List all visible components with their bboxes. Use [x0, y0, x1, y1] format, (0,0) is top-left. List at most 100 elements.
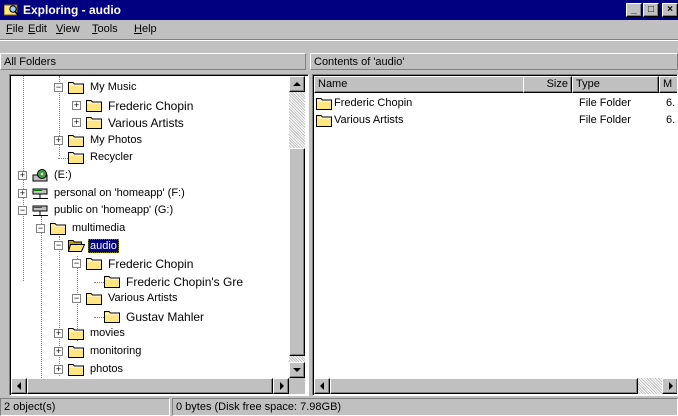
tree-item-label[interactable]: multimedia [70, 222, 127, 234]
minimize-button[interactable]: _ [626, 3, 642, 17]
menu-separator [0, 39, 678, 41]
tree-item-label[interactable]: Gustav Mahler [124, 310, 206, 324]
collapse-icon[interactable]: − [36, 223, 45, 233]
file-modified: 6. [666, 114, 676, 126]
network-drive-icon [32, 187, 49, 200]
tree-scroll-down-button[interactable] [289, 362, 305, 378]
tree-item-label[interactable]: My Photos [88, 134, 144, 146]
expand-icon[interactable]: + [72, 100, 81, 110]
tree-item-label[interactable]: monitoring [88, 345, 143, 357]
tree-item-label[interactable]: Frederic Chopin [106, 99, 195, 113]
tree-item-label[interactable]: Various Artists [106, 292, 180, 304]
explorer-icon [4, 4, 19, 16]
menu-bar: File Edit View Tools Help [0, 20, 678, 39]
expand-icon[interactable]: + [54, 135, 63, 145]
tree-item[interactable]: + (E:) [11, 167, 289, 185]
open-folder-icon [67, 239, 86, 253]
collapse-icon[interactable]: − [72, 294, 81, 304]
right-pane-header: Contents of 'audio' [310, 53, 678, 70]
tree-item[interactable]: − audio [11, 237, 289, 255]
file-name: Frederic Chopin [334, 97, 413, 109]
tree-item[interactable]: − multimedia [11, 220, 289, 238]
tree-item[interactable]: Recycler [11, 149, 289, 167]
title-bar[interactable]: Exploring - audio _ □ × [0, 0, 678, 20]
tree-item-label[interactable]: personal on 'homeapp' (F:) [52, 187, 187, 199]
tree-item-label[interactable]: public on 'homeapp' (G:) [52, 204, 175, 216]
menu-view[interactable]: View [56, 23, 80, 35]
tree-item-label[interactable]: (E:) [52, 169, 74, 181]
contents-scroll-left-button[interactable] [314, 378, 330, 394]
tree-item[interactable]: − Various Artists [11, 290, 289, 308]
menu-edit[interactable]: Edit [28, 23, 47, 35]
tree-scroll-thumb[interactable] [289, 148, 305, 356]
column-header-type[interactable]: Type [572, 76, 659, 93]
status-object-count: 2 object(s) [0, 398, 170, 416]
folder-icon [316, 97, 333, 113]
collapse-icon[interactable]: − [54, 83, 63, 92]
tree-item[interactable]: − public on 'homeapp' (G:) [11, 202, 289, 220]
menu-file[interactable]: File [6, 23, 24, 35]
tree-item[interactable]: + My Photos [11, 132, 289, 150]
close-button[interactable]: × [662, 3, 678, 17]
tree-item-label[interactable]: audio [88, 239, 119, 254]
tree-item[interactable]: + Frederic Chopin [11, 97, 289, 115]
folder-icon [68, 134, 85, 147]
maximize-button[interactable]: □ [643, 3, 659, 17]
folder-icon [68, 151, 85, 165]
contents-scroll-right-button[interactable] [662, 378, 677, 394]
tree-scroll-right-button[interactable] [273, 378, 289, 394]
expand-icon[interactable]: + [54, 329, 63, 339]
tree-item[interactable]: + movies [11, 325, 289, 343]
expand-icon[interactable]: + [54, 364, 63, 374]
contents-panel[interactable]: Name Size Type M Frederic Chopin File Fol… [312, 74, 678, 396]
list-item[interactable]: Frederic Chopin File Folder 6. [314, 95, 676, 113]
expand-icon[interactable]: + [72, 118, 81, 128]
tree-connector [58, 158, 68, 160]
tree-scroll-left-button[interactable] [11, 378, 27, 394]
network-drive-icon [32, 204, 49, 217]
tree-item[interactable]: + personal on 'homeapp' (F:) [11, 185, 289, 203]
collapse-icon[interactable]: − [18, 206, 27, 216]
file-modified: 6. [666, 97, 676, 109]
tree-item-label[interactable]: Recycler [88, 151, 135, 163]
window-title: Exploring - audio [23, 3, 121, 17]
tree-item[interactable]: − My Music [11, 79, 289, 97]
tree-item-label[interactable]: Frederic Chopin's Gre [124, 275, 245, 289]
menu-help[interactable]: Help [134, 23, 157, 35]
tree-item[interactable]: + Various Artists [11, 114, 289, 132]
tree-scroll-up-button[interactable] [289, 76, 305, 92]
column-header-size[interactable]: Size [523, 76, 572, 93]
left-pane-header: All Folders [0, 53, 306, 70]
collapse-icon[interactable]: − [72, 259, 81, 268]
expand-icon[interactable]: + [54, 347, 63, 356]
list-item[interactable]: Various Artists File Folder 6. [314, 112, 676, 129]
tree-item-label[interactable]: My Music [88, 81, 138, 93]
tree-item-label[interactable]: Various Artists [106, 116, 186, 130]
folder-icon [104, 310, 121, 323]
tree-connector [94, 281, 104, 283]
tree-item-label[interactable]: photos [88, 363, 125, 375]
tree-item[interactable]: + photos [11, 361, 289, 379]
cd-drive-icon [32, 169, 49, 182]
file-type: File Folder [579, 97, 631, 109]
tree-item[interactable]: Gustav Mahler [11, 308, 289, 326]
tree-item-label[interactable]: movies [88, 327, 127, 339]
folder-tree-panel[interactable]: − My Music + Frederic Chopin + Various Artist… [9, 74, 309, 396]
contents-hscroll-thumb[interactable] [330, 378, 638, 394]
folder-icon [86, 99, 103, 112]
tree-item-label[interactable]: Frederic Chopin [106, 257, 195, 271]
collapse-icon[interactable]: − [54, 241, 63, 251]
expand-icon[interactable]: + [18, 171, 27, 180]
tree-item[interactable]: Frederic Chopin's Gre [11, 273, 289, 291]
tree-item[interactable]: − Frederic Chopin [11, 255, 289, 273]
column-header-modified[interactable]: M [659, 76, 677, 93]
tree-connector [94, 316, 104, 318]
expand-icon[interactable]: + [18, 188, 27, 198]
tree-hscroll-thumb[interactable] [27, 378, 273, 394]
tree-item[interactable]: + monitoring [11, 343, 289, 361]
folder-icon [86, 292, 103, 306]
menu-tools[interactable]: Tools [92, 23, 118, 35]
folder-icon [50, 222, 67, 235]
file-type: File Folder [579, 114, 631, 126]
folder-icon [86, 257, 103, 270]
